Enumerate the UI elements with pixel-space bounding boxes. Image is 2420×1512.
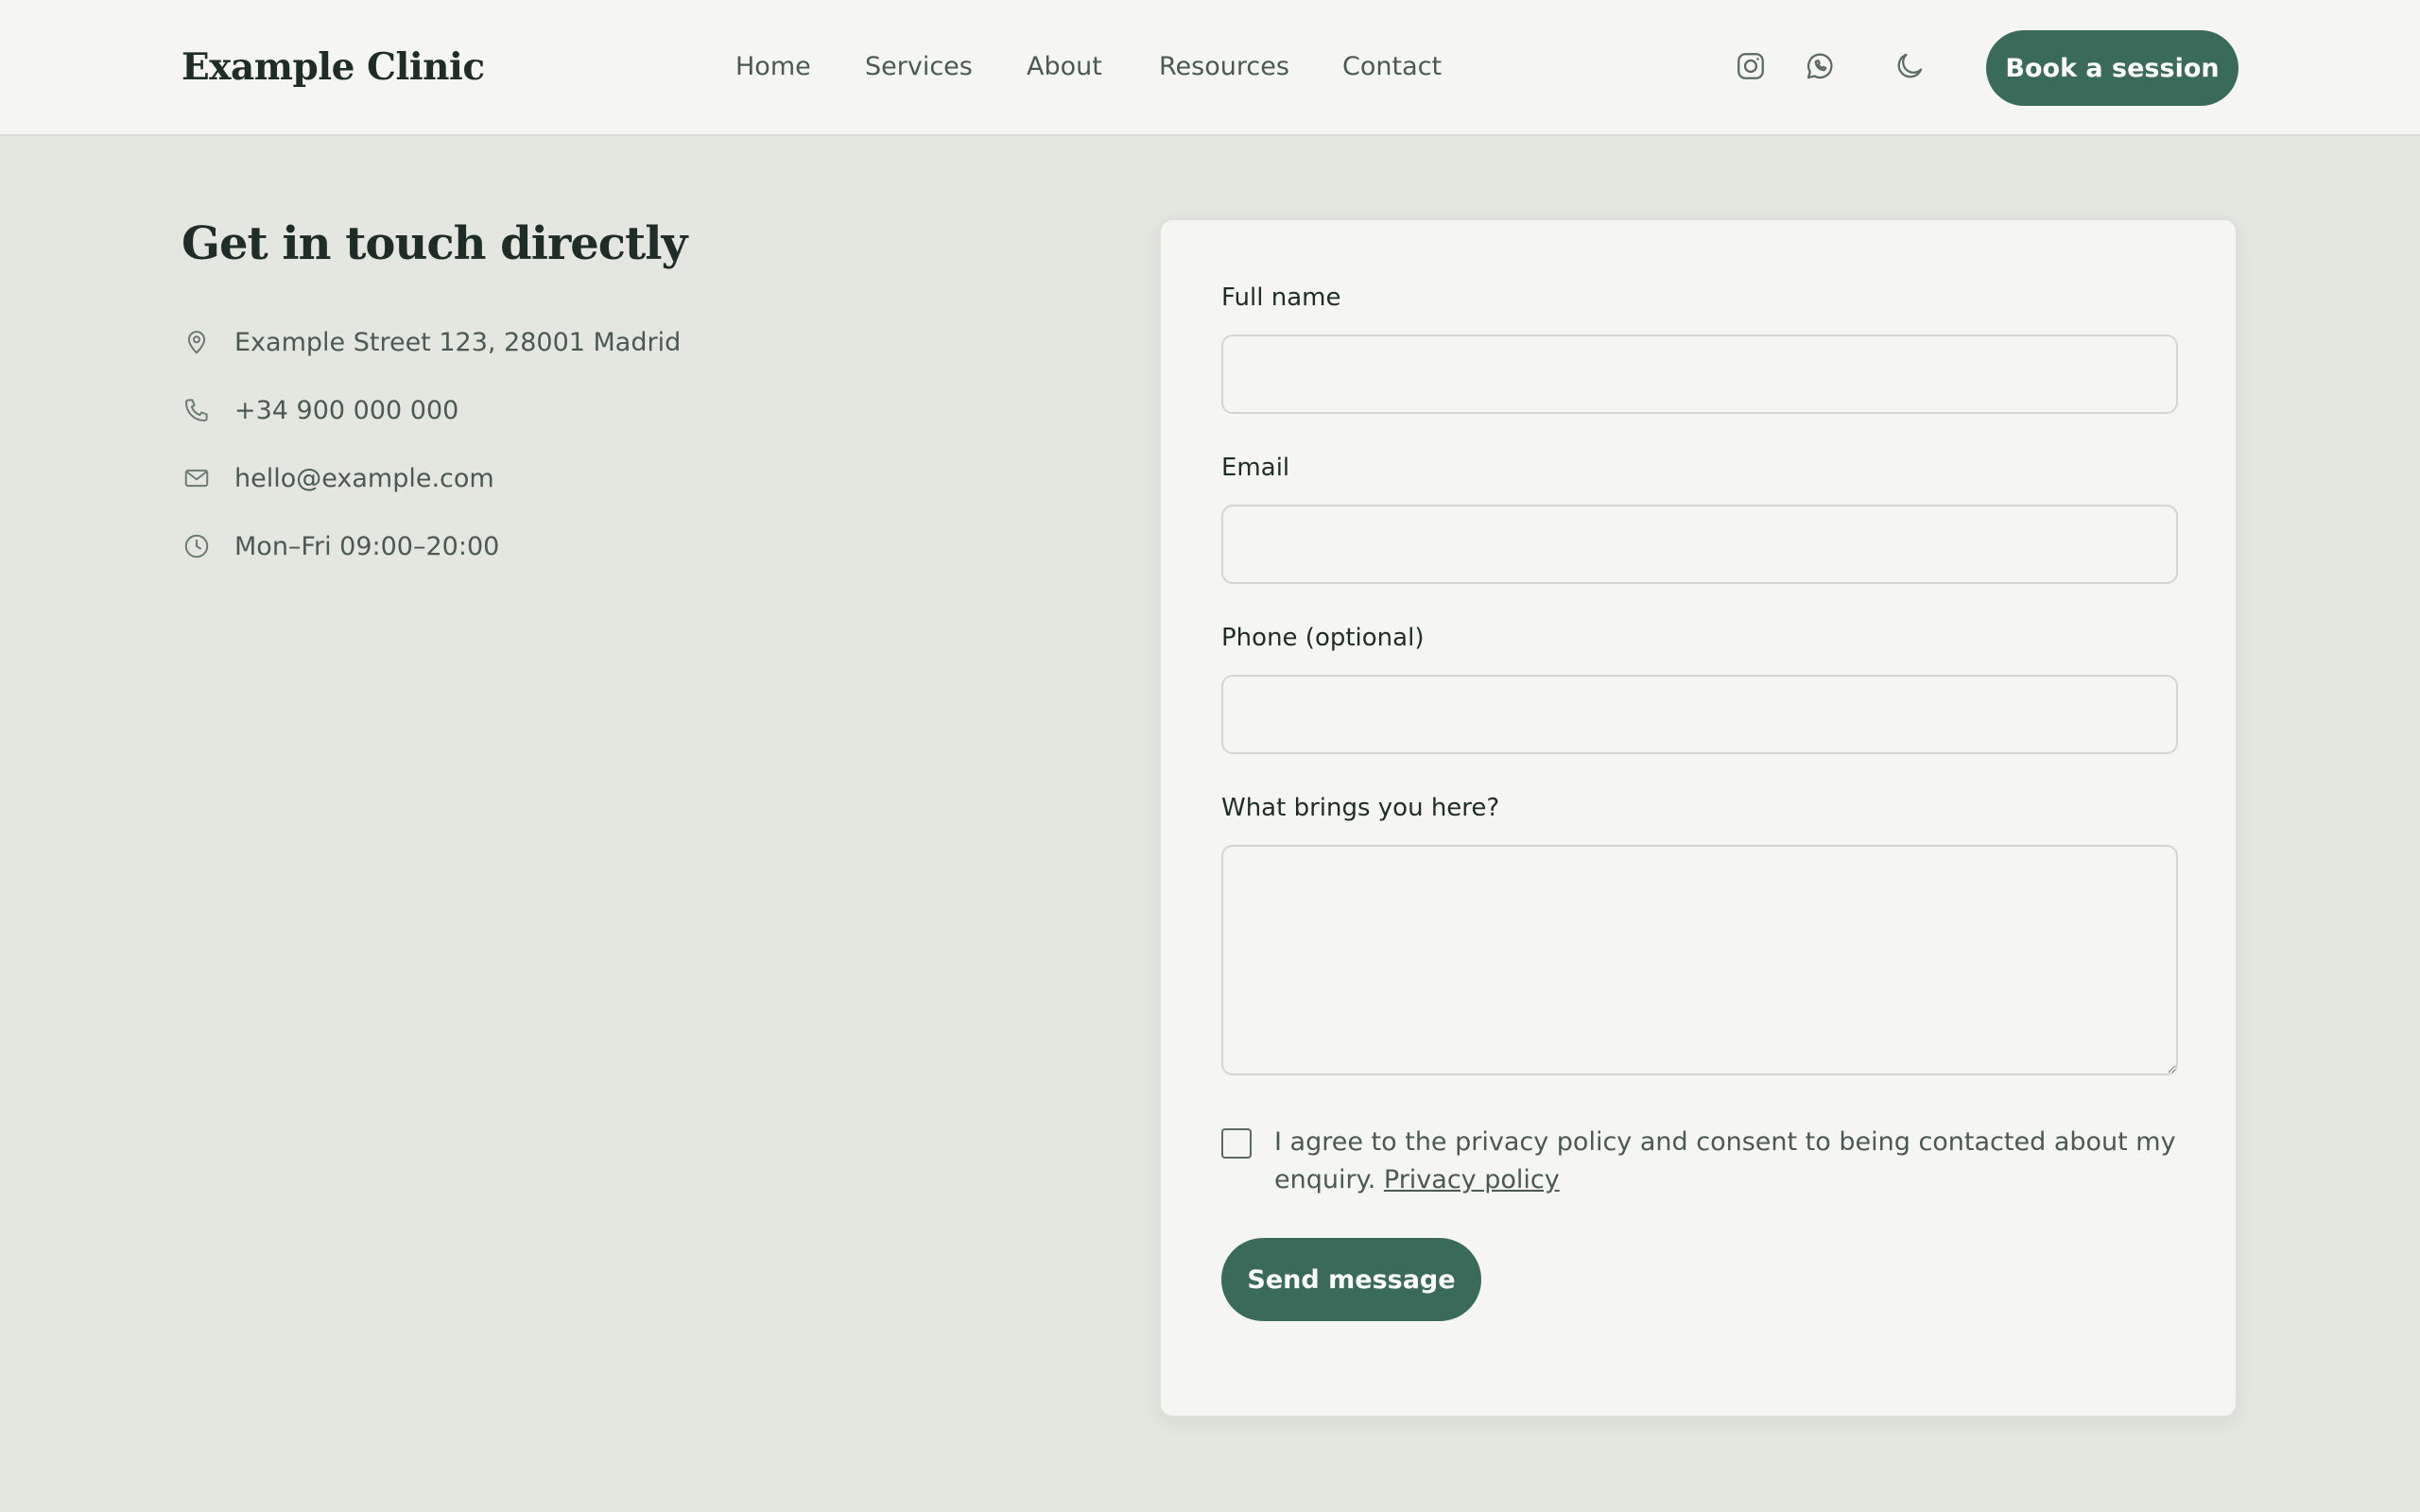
message-textarea[interactable] [1221, 845, 2178, 1075]
book-session-button[interactable]: Book a session [1986, 30, 2238, 106]
contact-address: Example Street 123, 28001 Madrid [182, 323, 681, 361]
contact-hours: Mon–Fri 09:00–20:00 [182, 527, 499, 565]
contact-phone: +34 900 000 000 [182, 391, 458, 429]
send-message-button[interactable]: Send message [1221, 1238, 1481, 1321]
consent-checkbox[interactable] [1221, 1128, 1252, 1159]
moon-icon[interactable] [1893, 49, 1927, 83]
privacy-policy-link[interactable]: Privacy policy [1384, 1165, 1560, 1194]
email-text[interactable]: hello@example.com [234, 464, 494, 493]
nav-contact[interactable]: Contact [1342, 52, 1442, 81]
brand-logo[interactable]: Example Clinic [182, 45, 485, 89]
phone-label: Phone (optional) [1221, 624, 1425, 652]
phone-icon [182, 395, 212, 425]
site-header: Example Clinic Home Services About Resou… [0, 0, 2420, 136]
contact-email: hello@example.com [182, 459, 494, 497]
nav-home[interactable]: Home [735, 52, 811, 81]
email-label: Email [1221, 454, 1290, 482]
full-name-input[interactable] [1221, 335, 2178, 414]
instagram-icon[interactable] [1734, 49, 1768, 83]
full-name-label: Full name [1221, 284, 1341, 312]
phone-text[interactable]: +34 900 000 000 [234, 396, 458, 425]
contact-title: Get in touch directly [182, 217, 687, 270]
whatsapp-icon[interactable] [1803, 49, 1837, 83]
hours-text: Mon–Fri 09:00–20:00 [234, 531, 500, 561]
nav-resources[interactable]: Resources [1159, 52, 1289, 81]
phone-input[interactable] [1221, 675, 2178, 754]
email-input[interactable] [1221, 505, 2178, 584]
clock-icon [182, 531, 212, 561]
message-label: What brings you here? [1221, 794, 1500, 822]
consent-label: I agree to the privacy policy and consen… [1274, 1124, 2182, 1199]
address-text: Example Street 123, 28001 Madrid [234, 327, 682, 357]
nav-about[interactable]: About [1027, 52, 1102, 81]
nav-services[interactable]: Services [865, 52, 973, 81]
location-pin-icon [182, 327, 212, 357]
contact-form-card: Full name Email Phone (optional) What br… [1159, 218, 2238, 1418]
mail-icon [182, 463, 212, 493]
